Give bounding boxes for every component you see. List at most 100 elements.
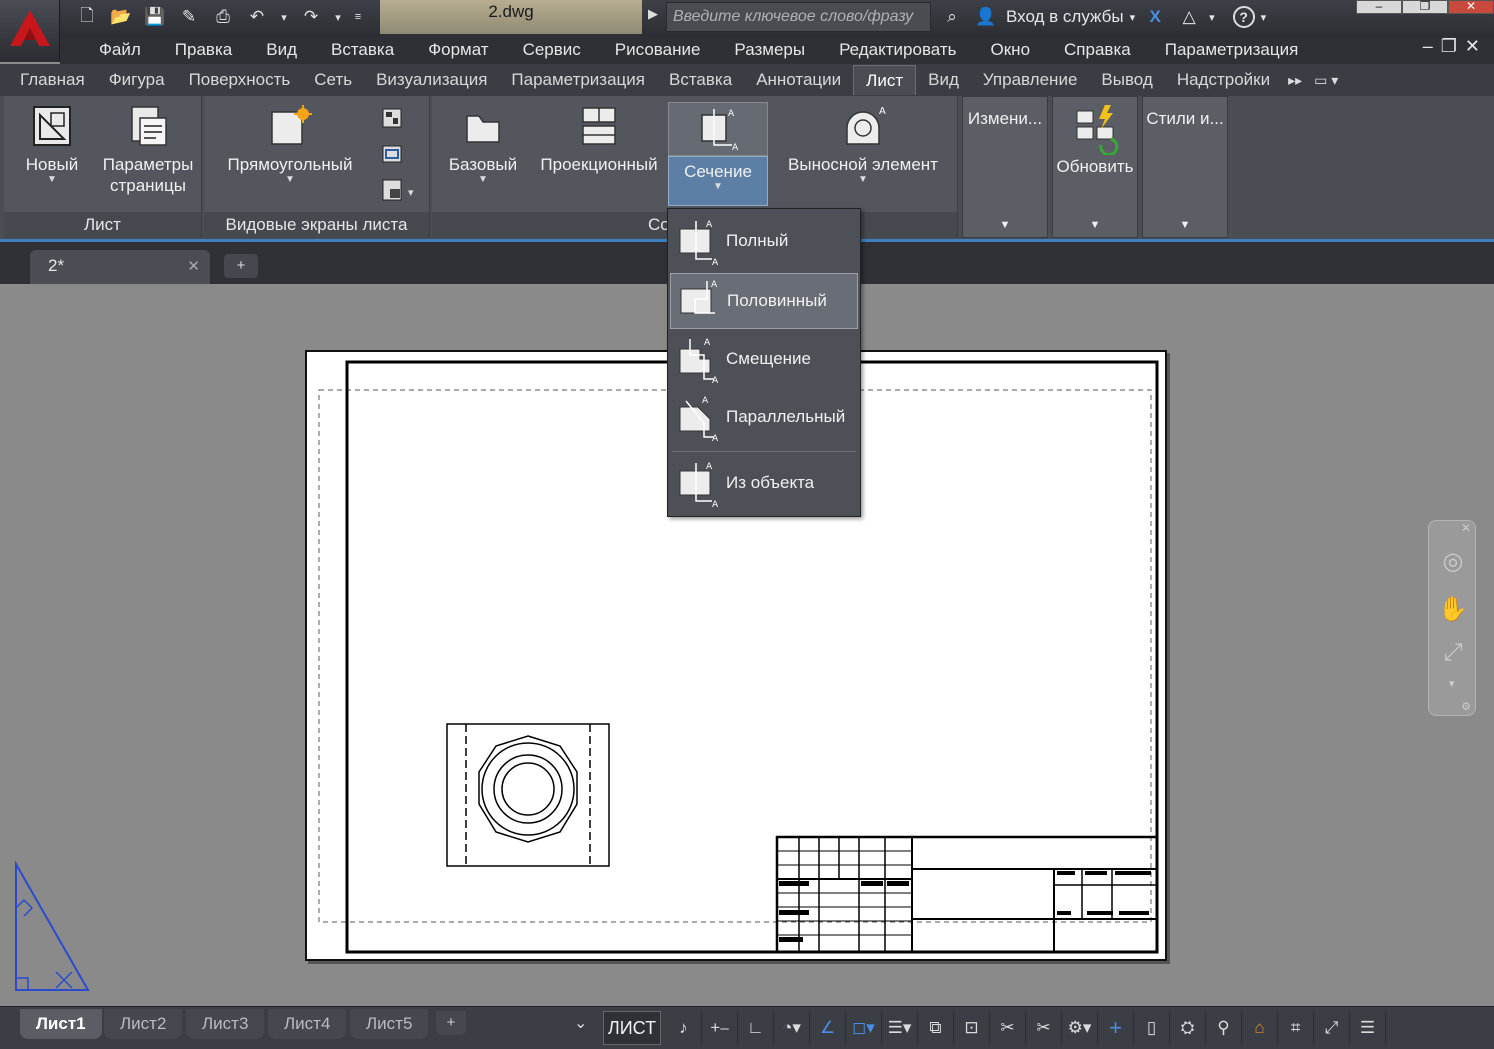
tab-view[interactable]: Вид bbox=[916, 65, 971, 95]
exchange-apps-icon[interactable]: X bbox=[1141, 4, 1169, 30]
detail-view-button[interactable]: A Выносной элемент ▼ bbox=[778, 104, 948, 185]
help-icon[interactable]: ? bbox=[1232, 6, 1255, 28]
close-tab-icon[interactable]: ✕ bbox=[187, 257, 200, 275]
panel-styles[interactable]: Стили и... ▼ bbox=[1142, 96, 1228, 238]
object-snap-icon[interactable]: ◻▾ bbox=[846, 1011, 882, 1045]
binoculars-icon[interactable]: ⌕ bbox=[938, 4, 966, 30]
steeringwheel-icon[interactable]: ◎ bbox=[1437, 547, 1469, 579]
polar-tracking-icon[interactable]: ◔▾ bbox=[774, 1011, 810, 1045]
save-icon[interactable]: 💾 bbox=[140, 4, 170, 30]
ortho-icon[interactable]: ∟ bbox=[738, 1011, 774, 1045]
tab-insert[interactable]: Вставка bbox=[657, 65, 744, 95]
grid-snap-icon[interactable]: ♪ bbox=[666, 1011, 702, 1045]
signin-dropdown-icon[interactable]: ▾ bbox=[1130, 11, 1136, 24]
menu-dimension[interactable]: Размеры bbox=[717, 40, 822, 60]
tab-layout[interactable]: Лист bbox=[853, 65, 917, 95]
viewport-clip-icon[interactable] bbox=[380, 142, 404, 171]
isolate-objects-icon[interactable]: ⌂ bbox=[1242, 1011, 1278, 1045]
layout-tab-3[interactable]: Лист3 bbox=[186, 1009, 265, 1039]
base-view-button[interactable]: Базовый ▼ bbox=[444, 104, 522, 185]
new-layout-dropdown-icon[interactable]: ▼ bbox=[14, 175, 90, 185]
section-full-item[interactable]: AA Полный bbox=[670, 213, 858, 269]
lock-ui-icon[interactable]: ⚲ bbox=[1206, 1011, 1242, 1045]
help-dropdown-icon[interactable]: ▾ bbox=[1261, 11, 1267, 24]
menu-parametric[interactable]: Параметризация bbox=[1148, 40, 1316, 60]
undo-icon[interactable]: ↶ bbox=[242, 4, 272, 30]
restore-window-button[interactable]: ❐ bbox=[1402, 0, 1448, 14]
menu-draw[interactable]: Рисование bbox=[598, 40, 718, 60]
section-offset-item[interactable]: AA Смещение bbox=[670, 331, 858, 387]
more-tabs-icon[interactable]: ▸▸ bbox=[1282, 72, 1308, 89]
projected-view-button[interactable]: Проекционный bbox=[532, 104, 666, 175]
panel-modify-view[interactable]: Измени... ▼ bbox=[962, 96, 1048, 238]
lineweight-icon[interactable]: ☰▾ bbox=[882, 1011, 918, 1045]
layout-tab-1[interactable]: Лист1 bbox=[20, 1009, 102, 1039]
customization-menu-icon[interactable]: ☰ bbox=[1350, 1011, 1386, 1045]
panel-update[interactable]: Обновить ▼ bbox=[1052, 96, 1138, 238]
a360-icon[interactable]: △ bbox=[1175, 4, 1203, 30]
viewport-lock-icon[interactable]: ▾ bbox=[380, 178, 420, 207]
tab-annotate[interactable]: Аннотации bbox=[744, 65, 853, 95]
minimize-window-button[interactable]: – bbox=[1356, 0, 1402, 14]
panel-modify-dropdown-icon[interactable]: ▼ bbox=[963, 219, 1047, 231]
new-file-icon[interactable]: 🗋 bbox=[72, 4, 102, 30]
open-file-icon[interactable]: 📂 bbox=[106, 4, 136, 30]
tab-manage[interactable]: Управление bbox=[971, 65, 1090, 95]
navbar-settings-icon[interactable]: ⚙ bbox=[1461, 700, 1471, 713]
search-expand-icon[interactable]: ▶ bbox=[648, 6, 658, 22]
new-layout-button[interactable]: Новый ▼ bbox=[14, 104, 90, 185]
pan-hand-icon[interactable]: ✋ bbox=[1437, 595, 1469, 627]
signin-label[interactable]: Вход в службы bbox=[1006, 7, 1124, 27]
new-layout-tab-button[interactable]: + bbox=[436, 1011, 466, 1035]
zoom-dropdown-icon[interactable]: ▾ bbox=[1449, 677, 1455, 690]
annotation-visibility-icon[interactable]: ✂ bbox=[990, 1011, 1026, 1045]
section-aligned-item[interactable]: AA Параллельный bbox=[670, 389, 858, 445]
zoom-extents-icon[interactable]: ⤢ bbox=[1437, 639, 1469, 671]
rectangular-viewport-button[interactable]: Прямоугольный ▼ bbox=[220, 104, 360, 185]
doc-close-icon[interactable]: ✕ bbox=[1465, 36, 1480, 57]
undo-dropdown-icon[interactable]: ▾ bbox=[276, 4, 292, 30]
panel-update-dropdown-icon[interactable]: ▼ bbox=[1053, 219, 1137, 231]
a360-dropdown-icon[interactable]: ▾ bbox=[1209, 11, 1215, 24]
clean-screen-icon[interactable]: ⤢ bbox=[1314, 1011, 1350, 1045]
section-view-dropdown-icon[interactable]: ▼ bbox=[669, 182, 767, 192]
ribbon-minimize-icon[interactable]: ▭ ▾ bbox=[1308, 72, 1344, 89]
panel-styles-dropdown-icon[interactable]: ▼ bbox=[1143, 219, 1227, 231]
selection-cycling-icon[interactable]: ⊡ bbox=[954, 1011, 990, 1045]
tab-addins[interactable]: Надстройки bbox=[1165, 65, 1282, 95]
section-view-button[interactable]: Сечение ▼ bbox=[668, 156, 768, 206]
redo-dropdown-icon[interactable]: ▾ bbox=[330, 4, 346, 30]
layout-tab-2[interactable]: Лист2 bbox=[104, 1009, 183, 1039]
base-view-dropdown-icon[interactable]: ▼ bbox=[444, 175, 522, 185]
workspace-gear-icon[interactable]: ⚙▾ bbox=[1062, 1011, 1098, 1045]
menu-tools[interactable]: Сервис bbox=[506, 40, 598, 60]
tab-solid[interactable]: Фигура bbox=[97, 65, 177, 95]
menu-file[interactable]: Файл bbox=[82, 40, 158, 60]
tab-output[interactable]: Вывод bbox=[1089, 65, 1164, 95]
infer-constraints-icon[interactable]: +⎯ bbox=[702, 1011, 738, 1045]
section-from-object-item[interactable]: AA Из объекта bbox=[670, 455, 858, 511]
doc-restore-icon[interactable]: ❐ bbox=[1441, 36, 1457, 57]
close-window-button[interactable]: ✕ bbox=[1448, 0, 1494, 14]
paper-space-button[interactable]: ЛИСТ bbox=[603, 1011, 661, 1045]
menu-format[interactable]: Формат bbox=[411, 40, 505, 60]
status-expand-icon[interactable]: ⌄ bbox=[574, 1013, 587, 1033]
tab-home[interactable]: Главная bbox=[8, 65, 97, 95]
new-tab-button[interactable]: + bbox=[224, 254, 258, 278]
section-half-item[interactable]: A Половинный bbox=[670, 273, 858, 329]
layout-tab-4[interactable]: Лист4 bbox=[268, 1009, 347, 1039]
search-input[interactable]: Введите ключевое слово/фразу bbox=[666, 2, 931, 32]
menu-modify[interactable]: Редактировать bbox=[822, 40, 973, 60]
annotation-monitor-icon[interactable]: + bbox=[1098, 1011, 1134, 1045]
application-menu-button[interactable] bbox=[0, 0, 60, 62]
save-as-icon[interactable]: ✎ bbox=[174, 4, 204, 30]
section-view-button-top[interactable]: A A bbox=[668, 102, 768, 156]
tab-parametric[interactable]: Параметризация bbox=[499, 65, 657, 95]
page-setup-button[interactable]: Параметры страницы bbox=[98, 104, 198, 196]
tab-mesh[interactable]: Сеть bbox=[302, 65, 364, 95]
tab-surface[interactable]: Поверхность bbox=[177, 65, 303, 95]
hardware-acceleration-icon[interactable]: ⌗ bbox=[1278, 1011, 1314, 1045]
tab-visualize[interactable]: Визуализация bbox=[364, 65, 499, 95]
transparency-icon[interactable]: ⧉ bbox=[918, 1011, 954, 1045]
user-icon[interactable]: 👤 bbox=[972, 4, 1000, 30]
